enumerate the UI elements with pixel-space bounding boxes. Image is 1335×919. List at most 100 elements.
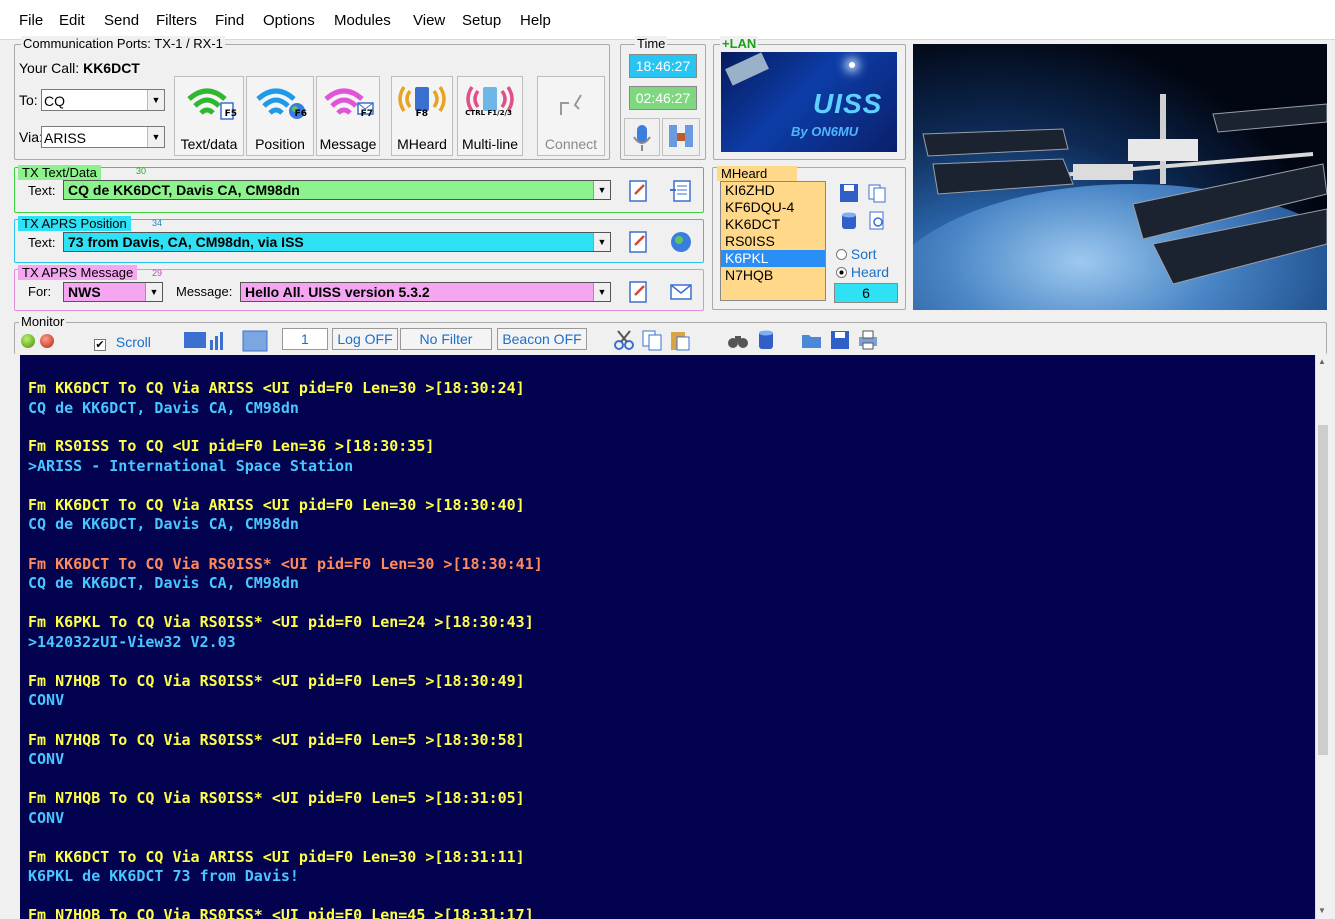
copy-icon <box>642 330 662 351</box>
checkbox-checked-icon: ✔ <box>94 339 106 351</box>
multi-line-button[interactable]: CTRL F1/2/3 Multi-line <box>457 76 523 156</box>
scrollbar-thumb[interactable] <box>1318 425 1328 755</box>
chevron-down-icon: ▼ <box>593 283 610 301</box>
menu-modules[interactable]: Modules <box>334 12 391 29</box>
scroll-checkbox[interactable]: ✔ Scroll <box>94 334 151 351</box>
menu-help[interactable]: Help <box>520 12 551 29</box>
monitor-window-button[interactable] <box>240 328 270 354</box>
mheard-list[interactable]: KI6ZHD KF6DQU-4 KK6DCT RS0ISS K6PKL N7HQ… <box>720 181 826 301</box>
monitor-title: Monitor <box>19 314 67 329</box>
monitor-log[interactable]: Fm KK6DCT To CQ Via ARISS <UI pid=F0 Len… <box>20 355 1315 919</box>
copy-button[interactable] <box>640 328 664 352</box>
copy-mheard-button[interactable] <box>866 182 888 204</box>
menu-options[interactable]: Options <box>263 12 315 29</box>
connect-button[interactable]: Connect <box>537 76 605 156</box>
log-line: CONV <box>28 809 65 827</box>
message-value: Hello All. UISS version 5.3.2 <box>245 284 430 300</box>
menu-find[interactable]: Find <box>215 12 244 29</box>
log-line: Fm KK6DCT To CQ Via ARISS <UI pid=F0 Len… <box>28 848 525 866</box>
find-button[interactable] <box>726 328 750 352</box>
monitor-scrollbar[interactable]: ▲ ▼ <box>1315 355 1329 919</box>
chevron-down-icon: ▼ <box>593 181 610 199</box>
radio-multi-icon <box>466 86 514 112</box>
mheard-button[interactable]: F8 MHeard <box>391 76 453 156</box>
send-text-button[interactable] <box>668 178 694 204</box>
mheard-title: MHeard <box>717 166 798 181</box>
log-line: >142032zUI-View32 V2.03 <box>28 633 236 651</box>
message-button[interactable]: F7 Message <box>316 76 380 156</box>
edit-message-button[interactable] <box>626 279 652 305</box>
save-mheard-button[interactable] <box>838 182 860 204</box>
for-select[interactable]: NWS ▼ <box>63 282 163 302</box>
preview-mheard-button[interactable] <box>866 210 888 232</box>
menu-view[interactable]: View <box>413 12 445 29</box>
mheard-item-selected[interactable]: K6PKL <box>721 250 825 267</box>
your-call-label: Your Call: <box>19 60 80 76</box>
satellite-button[interactable] <box>662 118 700 156</box>
print-button[interactable] <box>856 328 880 352</box>
paste-button[interactable] <box>668 328 692 352</box>
tx-message-title: TX APRS Message <box>18 265 138 280</box>
tx-text-label: Text: <box>28 183 56 198</box>
f6-key: F6 <box>294 109 307 119</box>
text-data-button[interactable]: F5 Text/data <box>174 76 244 156</box>
mheard-item[interactable]: KF6DQU-4 <box>721 199 825 216</box>
microphone-icon <box>633 125 651 151</box>
globe-send-icon <box>671 232 691 252</box>
beacon-toggle[interactable]: Beacon OFF <box>497 328 587 350</box>
to-label: To: <box>19 92 38 108</box>
microphone-button[interactable] <box>624 118 660 156</box>
mheard-item[interactable]: KK6DCT <box>721 216 825 233</box>
mheard-item[interactable]: KI6ZHD <box>721 182 825 199</box>
filter-toggle[interactable]: No Filter <box>400 328 492 350</box>
tx-text-title-label: TX Text/Data <box>22 165 97 180</box>
save-button[interactable] <box>828 328 852 352</box>
sort-radio[interactable]: Sort <box>836 246 877 262</box>
via-select[interactable]: ARISS ▼ <box>41 126 165 148</box>
send-position-button[interactable] <box>668 229 694 255</box>
menu-setup[interactable]: Setup <box>462 12 501 29</box>
position-button[interactable]: F6 Position <box>246 76 314 156</box>
log-line: Fm N7HQB To CQ Via RS0ISS* <UI pid=F0 Le… <box>28 672 525 690</box>
log-line: CONV <box>28 750 65 768</box>
tx-position-input[interactable]: 73 from Davis, CA, CM98dn, via ISS ▼ <box>63 232 611 252</box>
database-button[interactable] <box>754 328 778 352</box>
mheard-item[interactable]: RS0ISS <box>721 233 825 250</box>
open-button[interactable] <box>800 328 824 352</box>
database-mheard-button[interactable] <box>838 210 860 232</box>
envelope-icon <box>670 284 692 300</box>
tx-position-value: 73 from Davis, CA, CM98dn, via ISS <box>68 234 304 250</box>
menu-filters[interactable]: Filters <box>156 12 197 29</box>
edit-position-button[interactable] <box>626 229 652 255</box>
menu-edit[interactable]: Edit <box>59 12 85 29</box>
copy-icon <box>868 184 886 203</box>
menu-send[interactable]: Send <box>104 12 139 29</box>
tx-text-input[interactable]: CQ de KK6DCT, Davis CA, CM98dn ▼ <box>63 180 611 200</box>
log-line: Fm KK6DCT To CQ Via ARISS <UI pid=F0 Len… <box>28 379 525 397</box>
monitor-chart-button[interactable] <box>182 328 226 354</box>
log-toggle[interactable]: Log OFF <box>332 328 398 350</box>
mheard-count: 6 <box>834 283 898 303</box>
message-input[interactable]: Hello All. UISS version 5.3.2 ▼ <box>240 282 611 302</box>
edit-doc-icon <box>629 180 647 202</box>
heard-label: Heard <box>850 264 890 280</box>
to-select[interactable]: CQ ▼ <box>41 89 165 111</box>
f5-key: F5 <box>224 109 237 119</box>
multi-line-label: Multi-line <box>461 136 518 152</box>
lan-title: +LAN <box>720 36 759 51</box>
folder-open-icon <box>802 335 821 348</box>
send-message-button[interactable] <box>668 279 694 305</box>
menu-file[interactable]: File <box>19 12 43 29</box>
mheard-item[interactable]: N7HQB <box>721 267 825 284</box>
counter-field[interactable]: 1 <box>282 328 328 350</box>
binoculars-icon <box>728 336 748 348</box>
scroll-up-icon[interactable]: ▲ <box>1318 357 1326 366</box>
scroll-down-icon[interactable]: ▼ <box>1318 906 1326 915</box>
tx-message-title-label: TX APRS Message <box>22 265 134 280</box>
cut-button[interactable] <box>612 328 636 352</box>
tx-position-title-label: TX APRS Position <box>22 216 127 231</box>
heard-radio[interactable]: Heard <box>836 264 889 280</box>
menu-bar: File Edit Send Filters Find Options Modu… <box>0 0 1335 40</box>
log-line: CQ de KK6DCT, Davis CA, CM98dn <box>28 399 299 417</box>
edit-text-button[interactable] <box>626 178 652 204</box>
